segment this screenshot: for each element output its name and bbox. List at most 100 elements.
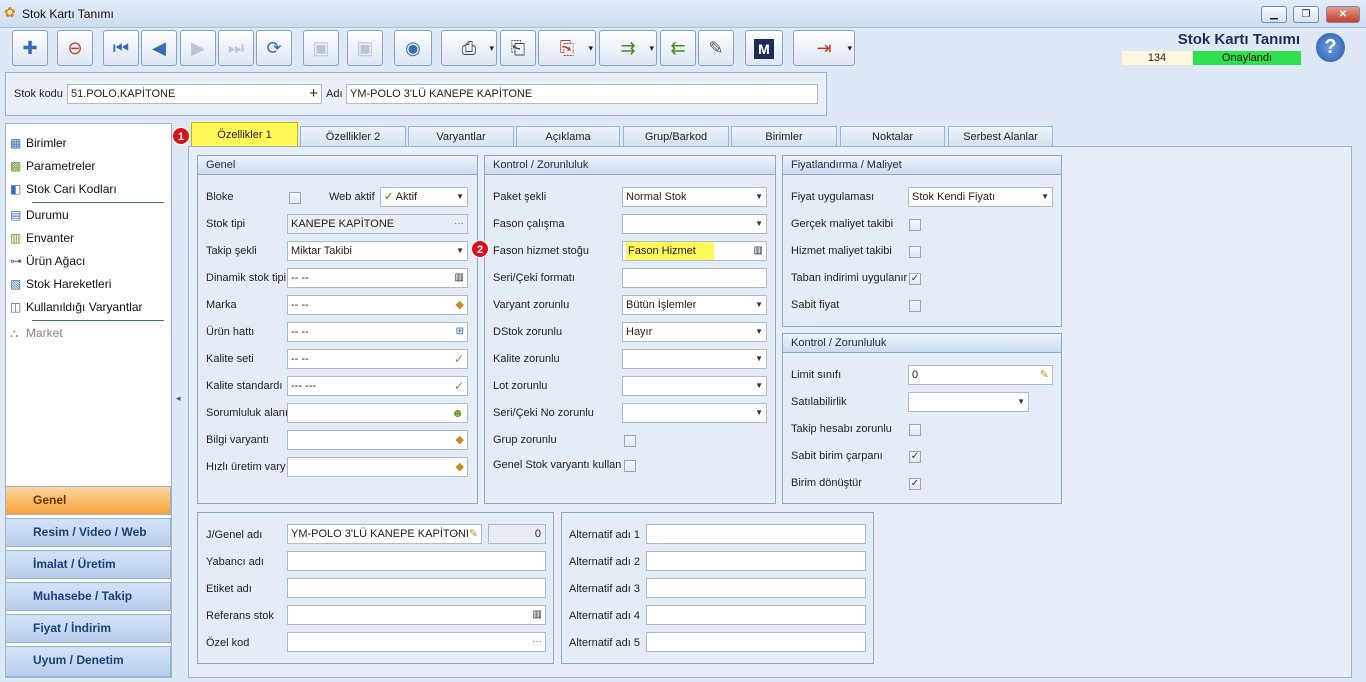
alternatif-adi-1-input[interactable] (646, 524, 866, 544)
chevron-down-icon[interactable]: ▼ (1017, 393, 1025, 411)
etiket-adi-input[interactable] (287, 578, 546, 598)
sidebar-item-market[interactable]: ⛬ Market (10, 323, 63, 343)
quality-check-icon[interactable]: ✓ (454, 350, 464, 368)
genel-stok-varyanti-checkbox[interactable] (624, 460, 636, 472)
ellipsis-icon[interactable]: ··· (453, 525, 463, 543)
birim-donustur-checkbox[interactable]: ✓ (909, 478, 921, 490)
ellipsis-icon[interactable]: ··· (454, 215, 464, 233)
grup-zorunlu-checkbox[interactable] (624, 435, 636, 447)
help-icon[interactable]: ? (1314, 31, 1347, 64)
gercek-maliyet-checkbox[interactable] (909, 219, 921, 231)
stock-name-input[interactable]: YM-POLO 3'LÜ KANEPE KAPİTONE (346, 84, 818, 104)
takip-hesabi-checkbox[interactable] (909, 424, 921, 436)
web-aktif-select[interactable]: ✓ Aktif ▼ (380, 187, 468, 207)
chevron-down-icon[interactable]: ▼ (456, 242, 464, 260)
delete-record-icon[interactable]: ⊖ (57, 30, 93, 66)
seri-ceki-no-zorunlu-select[interactable]: ▼ (622, 403, 767, 423)
barcode-icon[interactable]: ▥ (533, 606, 542, 624)
satilabilirlik-select[interactable]: ▼ (908, 392, 1029, 412)
chevron-down-icon[interactable]: ▼ (755, 404, 763, 422)
refresh-icon[interactable]: ⟳ (256, 30, 292, 66)
collapse-arrow-icon[interactable]: ◂ (176, 393, 181, 404)
varyant-zorunlu-select[interactable]: Bütün İşlemler ▼ (622, 295, 767, 315)
quality-check-icon[interactable]: ✓ (454, 377, 464, 395)
save-close-icon[interactable]: ▣ (347, 30, 383, 66)
sidebar-item-stok-cari-kodlari[interactable]: ◧ Stok Cari Kodları (10, 179, 117, 199)
fason-hizmet-stogu-input[interactable]: Fason Hizmet ▥ (622, 241, 767, 261)
chevron-down-icon[interactable]: ▼ (1041, 188, 1049, 206)
kalite-seti-input[interactable]: -- -- ✓ (287, 349, 468, 369)
sabit-fiyat-checkbox[interactable] (909, 300, 921, 312)
nav-genel[interactable]: Genel (5, 486, 171, 515)
edit-icon[interactable]: ✎ (469, 525, 478, 543)
next-record-icon[interactable]: ▶ (180, 30, 216, 66)
kalite-standardi-input[interactable]: --- --- ✓ (287, 376, 468, 396)
urun-hatti-input[interactable]: -- -- ⊞ (287, 322, 468, 342)
alternatif-adi-4-input[interactable] (646, 605, 866, 625)
tab-ozellikler-1[interactable]: Özellikler 1 (191, 122, 298, 146)
chevron-down-icon[interactable]: ▼ (755, 296, 763, 314)
import-icon[interactable]: ⇇ (660, 30, 696, 66)
tag-icon[interactable]: ◆ (456, 431, 464, 449)
tab-grup-barkod[interactable]: Grup/Barkod (623, 126, 729, 146)
nav-uyum-denetim[interactable]: Uyum / Denetim (5, 646, 171, 677)
print-icon[interactable]: ⎙ ▾ (441, 30, 497, 66)
barcode-icon[interactable]: ▥ (754, 242, 763, 260)
alternatif-adi-3-input[interactable] (646, 578, 866, 598)
marka-input[interactable]: -- -- ◆ (287, 295, 468, 315)
minimize-button[interactable]: ▁ (1261, 6, 1287, 23)
tag-icon[interactable]: ◆ (456, 458, 464, 476)
hizli-uretim-input[interactable]: ◆ (287, 457, 468, 477)
sidebar-item-envanter[interactable]: ▥ Envanter (10, 228, 74, 248)
nav-imalat-uretim[interactable]: İmalat / Üretim (5, 550, 171, 579)
nav-muhasebe-takip[interactable]: Muhasebe / Takip (5, 582, 171, 611)
alternatif-adi-5-input[interactable] (646, 632, 866, 652)
barcode-icon[interactable]: ▥ (455, 269, 464, 287)
chevron-down-icon[interactable]: ▼ (755, 350, 763, 368)
exit-icon[interactable]: ⇥ ▾ (793, 30, 855, 66)
new-record-icon[interactable]: ✚ (12, 30, 48, 66)
kalite-zorunlu-select[interactable]: ▼ (622, 349, 767, 369)
tab-ozellikler-2[interactable]: Özellikler 2 (300, 126, 406, 146)
nav-resim-video-web[interactable]: Resim / Video / Web (5, 518, 171, 547)
export-icon[interactable]: ⇉ ▾ (599, 30, 657, 66)
tab-aciklama[interactable]: Açıklama (516, 126, 620, 146)
hierarchy-icon[interactable]: ⊞ (456, 323, 464, 341)
sidebar-item-urun-agaci[interactable]: ⊶ Ürün Ağacı (10, 251, 85, 271)
fiyat-uygulamasi-select[interactable]: Stok Kendi Fiyatı ▼ (908, 187, 1053, 207)
fason-calisma-select[interactable]: ▼ (622, 214, 767, 234)
sidebar-splitter[interactable]: ◂ (174, 123, 186, 678)
yabanci-adi-input[interactable] (287, 551, 546, 571)
alternatif-adi-2-input[interactable] (646, 551, 866, 571)
people-icon[interactable]: ☻ (451, 404, 464, 422)
bloke-checkbox[interactable] (289, 192, 301, 204)
stock-code-input[interactable]: 51.POLO.KAPİTONE + (67, 84, 322, 104)
bilgi-varyanti-input[interactable]: ◆ (287, 430, 468, 450)
tools-icon[interactable]: ✎ (698, 30, 734, 66)
stok-tipi-input[interactable]: KANEPE KAPİTONE ··· (287, 214, 468, 234)
tab-noktalar[interactable]: Noktalar (840, 126, 945, 146)
plus-icon[interactable]: + (309, 85, 318, 103)
first-record-icon[interactable]: ⏮ (103, 30, 139, 66)
sidebar-item-stok-hareketleri[interactable]: ▧ Stok Hareketleri (10, 274, 111, 294)
m-module-button[interactable]: M (745, 30, 783, 66)
sorumluluk-alani-input[interactable]: ☻ (287, 403, 468, 423)
attach-icon[interactable]: ⎗ (500, 30, 536, 66)
preview-icon[interactable]: ◉ (394, 30, 432, 66)
sidebar-item-durumu[interactable]: ▤ Durumu (10, 205, 69, 225)
save-icon[interactable]: ▣ (303, 30, 339, 66)
genel-adi-input[interactable]: YM-POLO 3'LÜ KANEPE KAPİTONI ··· ✎ (287, 524, 482, 544)
paket-sekli-select[interactable]: Normal Stok ▼ (622, 187, 767, 207)
ellipsis-icon[interactable]: ··· (532, 633, 542, 651)
sabit-birim-carpani-checkbox[interactable]: ✓ (909, 451, 921, 463)
chevron-down-icon[interactable]: ▼ (755, 188, 763, 206)
takip-sekli-select[interactable]: Miktar Takibi ▼ (287, 241, 468, 261)
chevron-down-icon[interactable]: ▼ (755, 215, 763, 233)
chevron-down-icon[interactable]: ▼ (456, 188, 464, 206)
sidebar-item-kullanildigi-varyantlar[interactable]: ◫ Kullanıldığı Varyantlar (10, 297, 143, 317)
referans-stok-input[interactable]: ▥ (287, 605, 546, 625)
sidebar-item-birimler[interactable]: ▦ Birimler (10, 133, 67, 153)
nav-fiyat-indirim[interactable]: Fiyat / İndirim (5, 614, 171, 643)
tab-birimler[interactable]: Birimler (731, 126, 837, 146)
chevron-down-icon[interactable]: ▼ (755, 377, 763, 395)
